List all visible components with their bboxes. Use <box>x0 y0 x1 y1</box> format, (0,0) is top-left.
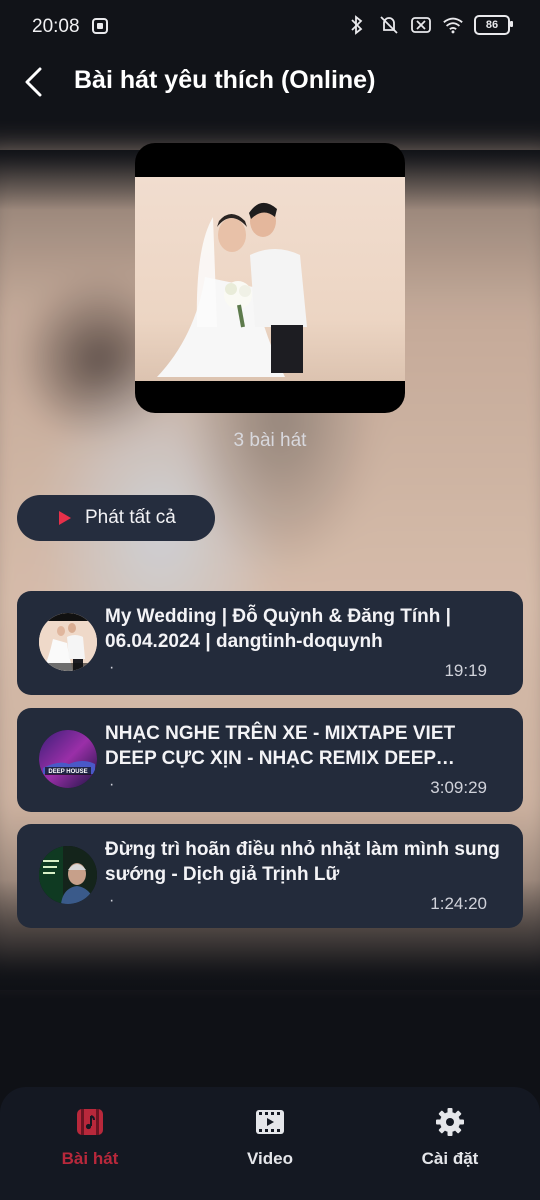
song-title: NHẠC NGHE TRÊN XE - MIXTAPE VIET DEEP CỰ… <box>105 723 456 769</box>
song-item[interactable]: DEEP HOUSE NHẠC NGHE TRÊN XE - MIXTAPE V… <box>17 708 523 812</box>
play-all-button[interactable]: Phát tất cả <box>17 495 215 541</box>
sim-off-icon <box>410 14 432 36</box>
nav-label: Cài đặt <box>421 1149 479 1168</box>
play-all-label: Phát tất cả <box>85 507 176 528</box>
song-title: My Wedding | Đỗ Quỳnh & Đăng Tính | 06.0… <box>105 606 451 652</box>
song-duration: 19:19 <box>444 661 487 680</box>
status-icons: 86 <box>346 14 513 36</box>
song-item[interactable]: Đừng trì hoãn điều nhỏ nhặt làm mình sun… <box>17 824 523 928</box>
battery-icon: 86 <box>474 15 513 35</box>
status-time: 20:08 <box>32 16 80 37</box>
song-subtitle: · <box>109 659 115 676</box>
song-duration: 1:24:20 <box>430 894 487 913</box>
back-arrow-icon <box>25 67 42 97</box>
video-icon <box>253 1105 287 1139</box>
thumb-text: DEEP HOUSE <box>48 769 87 775</box>
play-icon <box>59 511 71 525</box>
wedding-photo <box>135 177 405 381</box>
nav-label: Video <box>247 1149 293 1168</box>
song-subtitle: · <box>109 776 115 793</box>
wedding-thumbnail <box>39 613 97 671</box>
app-notification-icon <box>92 18 108 34</box>
bottom-navigation: Bài hát Video Cài đặt <box>0 1087 540 1200</box>
music-note-icon <box>73 1105 107 1139</box>
back-button[interactable] <box>14 62 54 102</box>
settings-gear-icon <box>433 1105 467 1139</box>
nav-item-video[interactable]: Video <box>200 1105 340 1175</box>
page-title: Bài hát yêu thích (Online) <box>74 66 376 94</box>
deep-house-thumbnail: DEEP HOUSE <box>39 730 97 788</box>
song-item[interactable]: My Wedding | Đỗ Quỳnh & Đăng Tính | 06.0… <box>17 591 523 695</box>
song-count: 3 bài hát <box>233 430 307 451</box>
nav-item-settings[interactable]: Cài đặt <box>380 1105 520 1175</box>
song-duration: 3:09:29 <box>430 778 487 797</box>
nav-label: Bài hát <box>61 1149 119 1168</box>
talk-thumbnail <box>39 846 97 904</box>
wifi-icon <box>442 14 464 36</box>
bluetooth-icon <box>346 14 368 36</box>
nav-item-songs[interactable]: Bài hát <box>20 1105 160 1175</box>
status-bar: 20:08 86 <box>0 0 540 52</box>
song-title: Đừng trì hoãn điều nhỏ nhặt làm mình sun… <box>105 839 500 885</box>
mute-icon <box>378 14 400 36</box>
playlist-cover <box>135 143 405 413</box>
header: Bài hát yêu thích (Online) <box>0 52 540 112</box>
song-subtitle: · <box>109 892 115 909</box>
